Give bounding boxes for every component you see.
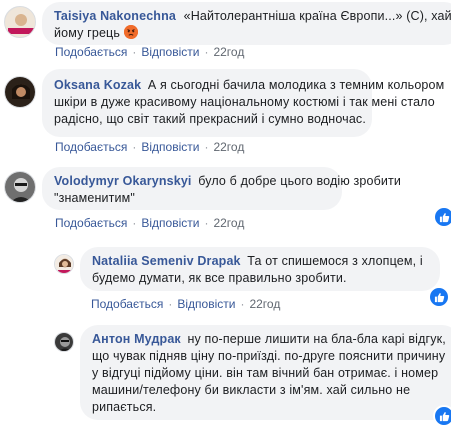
comment-text: Та от спишемося з хлопцем, і xyxy=(247,254,423,268)
reply-link[interactable]: Відповісти xyxy=(141,45,199,59)
timestamp[interactable]: 22год xyxy=(213,140,244,154)
comment-bubble: Антон Мудрак ну по-перше лишити на бла-б… xyxy=(80,325,451,420)
thumbs-up-icon xyxy=(439,411,449,421)
like-link[interactable]: Подобається xyxy=(55,45,127,59)
separator: · xyxy=(168,297,173,311)
comment-text: машини/телефону би викласти з ім'ям. хай… xyxy=(92,383,411,397)
timestamp[interactable]: 22год xyxy=(249,297,280,311)
avatar-image xyxy=(5,172,35,202)
comment-author[interactable]: Volodymyr Okarynskyi xyxy=(54,174,192,188)
comment-bubble: Volodymyr Okarynskyi було б добре цього … xyxy=(42,167,401,210)
timestamp[interactable]: 22год xyxy=(213,216,244,230)
like-link[interactable]: Подобається xyxy=(55,216,127,230)
comment-bubble: Nataliia Semeniv Drapak Та от спишемося … xyxy=(80,247,440,291)
like-link[interactable]: Подобається xyxy=(91,297,163,311)
angry-face-icon xyxy=(123,25,138,39)
like-reaction-badge[interactable] xyxy=(428,286,450,308)
reply-link[interactable]: Відповісти xyxy=(141,140,199,154)
reply-link[interactable]: Відповісти xyxy=(177,297,235,311)
comment-text: було б добре цього водію зробити xyxy=(198,174,402,188)
separator: · xyxy=(204,140,209,154)
comment-text: «Найтолерантніша країна Європи...» (С), … xyxy=(183,9,451,23)
comment-text: шкіри в дуже красивому національному кос… xyxy=(54,95,435,109)
separator: · xyxy=(240,297,245,311)
comment-text: йому грець xyxy=(54,26,121,40)
thumbs-up-icon xyxy=(434,292,444,302)
avatar-image xyxy=(5,77,35,107)
separator: · xyxy=(132,216,137,230)
comment-text: А я сьогодні бачила молодика з темним ко… xyxy=(147,78,445,92)
comment-text: ну по-перше лишити на бла-бла карі відгу… xyxy=(187,332,446,346)
reply-link[interactable]: Відповісти xyxy=(141,216,199,230)
avatar-image xyxy=(5,7,35,37)
avatar-image xyxy=(55,255,73,273)
comment-text: "знаменитим" xyxy=(54,191,135,205)
comment-text: рипається. xyxy=(92,400,157,414)
comment-text: що чувак підняв ціну по-приїзді. по-друг… xyxy=(92,349,446,363)
comment-actions: Подобається · Відповісти · 22год xyxy=(91,297,280,311)
comment-text: будемо думати, як все правильно зробити. xyxy=(92,271,347,285)
timestamp[interactable]: 22год xyxy=(213,45,244,59)
like-link[interactable]: Подобається xyxy=(55,140,127,154)
comment-text: радісно, що світ такий прекрасний і сумн… xyxy=(54,112,366,126)
separator: · xyxy=(204,45,209,59)
avatar[interactable] xyxy=(54,254,74,274)
avatar[interactable] xyxy=(4,171,36,203)
comment-actions: Подобається · Відповісти · 22год xyxy=(55,45,244,59)
comment-bubble: Oksana Kozak А я сьогодні бачила молодик… xyxy=(42,69,444,137)
avatar[interactable] xyxy=(54,332,74,352)
thumbs-up-icon xyxy=(439,212,449,222)
avatar-image xyxy=(55,333,73,351)
separator: · xyxy=(132,140,137,154)
comment-author[interactable]: Oksana Kozak xyxy=(54,78,141,92)
comment-author[interactable]: Taisiya Nakonechna xyxy=(54,9,176,23)
comment-author[interactable]: Антон Мудрак xyxy=(92,332,181,346)
like-reaction-badge[interactable] xyxy=(433,206,451,228)
comment-actions: Подобається · Відповісти · 22год xyxy=(55,216,244,230)
comment-actions: Подобається · Відповісти · 22год xyxy=(55,140,244,154)
like-reaction-badge[interactable] xyxy=(433,405,451,427)
comment-author[interactable]: Nataliia Semeniv Drapak xyxy=(92,254,241,268)
separator: · xyxy=(132,45,137,59)
avatar[interactable] xyxy=(4,6,36,38)
avatar[interactable] xyxy=(4,76,36,108)
comment-text: у відгуці підйому ціни. він там вічний б… xyxy=(92,366,439,380)
comment-bubble: Taisiya Nakonechna «Найтолерантніша краї… xyxy=(42,2,451,45)
separator: · xyxy=(204,216,209,230)
